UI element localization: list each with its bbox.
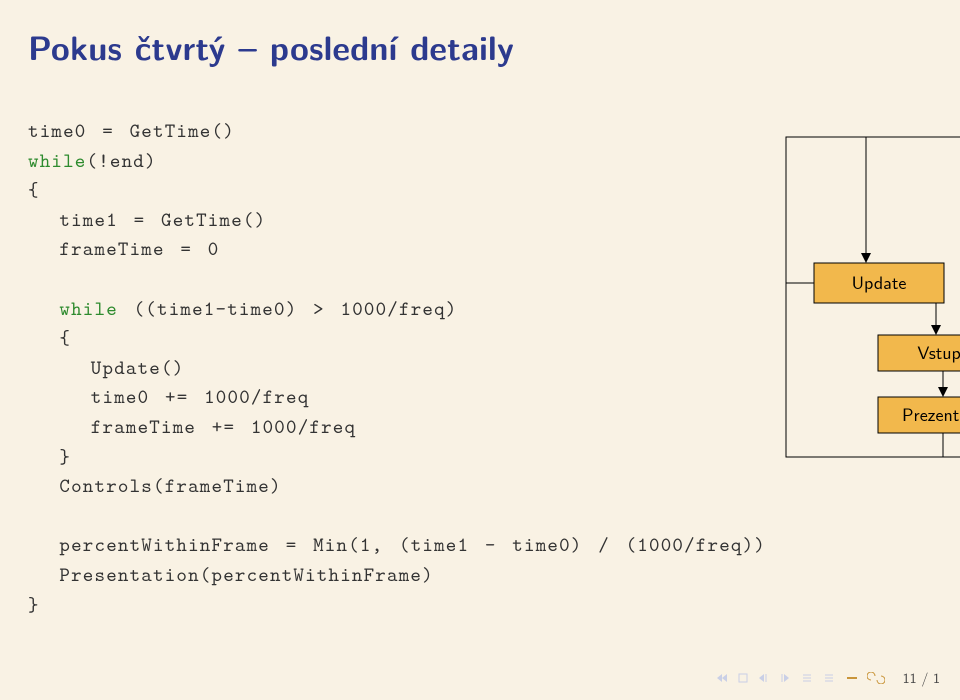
slide-title: Pokus čtvrtý – poslední detaily: [0, 0, 960, 79]
code-line: Controls(frameTime): [28, 473, 282, 499]
nav-prev-icon[interactable]: [757, 672, 771, 684]
keyword-while: while: [28, 148, 87, 174]
code-line: frameTime += 1000/freq: [28, 414, 356, 440]
code-line: time1 = GetTime(): [28, 207, 266, 233]
diagram-area: Update Vstupy Prezentace: [766, 117, 960, 620]
nav-section-prev-icon[interactable]: [801, 672, 815, 684]
code-line: Update(): [28, 355, 184, 381]
code-line: {: [28, 325, 71, 351]
code-line: {: [28, 177, 40, 203]
code-line: ((time1-time0) > 1000/freq): [118, 296, 458, 322]
code-line: }: [28, 592, 40, 618]
nav-next-icon[interactable]: [779, 672, 793, 684]
keyword-while: while: [28, 296, 118, 322]
flow-diagram: Update Vstupy Prezentace: [766, 127, 960, 487]
update-label: Update: [852, 268, 907, 295]
slide-content: time0 = GetTime() while(!end) { time1 = …: [0, 79, 960, 620]
arrowhead-icon: [861, 253, 871, 263]
code-line: (!end): [87, 148, 157, 174]
nav-section-next-icon[interactable]: [823, 672, 837, 684]
code-line: time0 += 1000/freq: [28, 384, 309, 410]
arrowhead-icon: [938, 387, 948, 397]
code-line: time0 = GetTime(): [28, 118, 235, 144]
code-line: percentWithinFrame = Min(1, (time1 - tim…: [28, 532, 766, 558]
arrowhead-icon: [931, 325, 941, 335]
nav-icons: [715, 672, 885, 684]
prezentace-label: Prezentace: [902, 400, 960, 427]
code-block: time0 = GetTime() while(!end) { time1 = …: [28, 117, 766, 620]
nav-undo-redo-icon[interactable]: [867, 672, 885, 684]
nav-menu-icon[interactable]: [845, 672, 859, 684]
nav-first-icon[interactable]: [715, 672, 729, 684]
code-line: }: [28, 444, 71, 470]
page-number: 11 / 1: [903, 668, 940, 688]
code-line: Presentation(percentWithinFrame): [28, 562, 434, 588]
code-line: frameTime = 0: [28, 236, 220, 262]
nav-back-icon[interactable]: [737, 672, 749, 684]
vstupy-label: Vstupy: [917, 338, 960, 365]
footer: 11 / 1: [715, 668, 940, 688]
